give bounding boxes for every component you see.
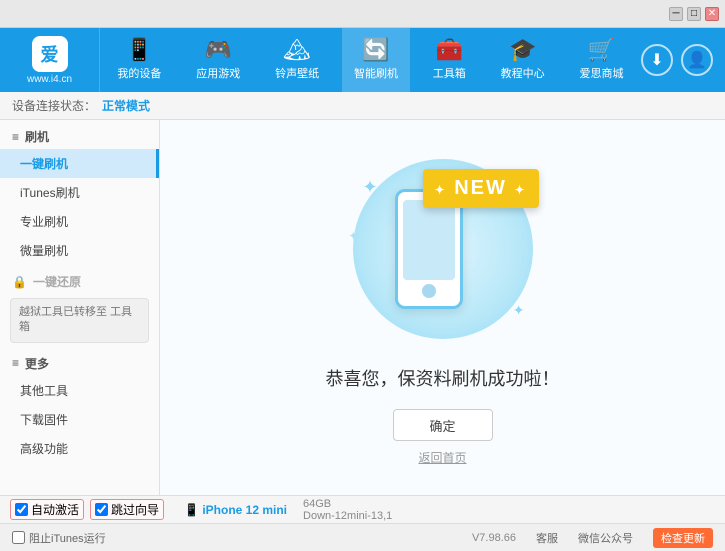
sidebar-item-other-tools[interactable]: 其他工具 xyxy=(0,376,159,405)
nav-item-my-device-label: 我的设备 xyxy=(117,65,161,81)
auto-start-checkbox[interactable] xyxy=(15,503,28,516)
title-bar: ─ □ ✕ xyxy=(0,0,725,28)
more-section-title: 更多 xyxy=(25,355,49,372)
version-text: V7.98.66 xyxy=(472,532,516,544)
check-update-button[interactable]: 检查更新 xyxy=(653,528,713,548)
logo-url: www.i4.cn xyxy=(27,74,72,85)
content-area: ✦ NEW ✦ ✦ ✦ ✦ 恭喜您，保资料刷机成功啦！ 确定 返回首页 xyxy=(160,120,725,495)
sidebar-item-one-click-flash[interactable]: 一键刷机 xyxy=(0,149,159,178)
device-icon: 📱 xyxy=(184,503,199,517)
checkbox-auto-start[interactable]: 自动激活 xyxy=(10,499,84,520)
nav-item-wallpaper[interactable]: 🏔 铃声壁纸 xyxy=(263,28,331,92)
more-section-icon: ≡ xyxy=(12,356,19,370)
sidebar-item-itunes-flash[interactable]: iTunes刷机 xyxy=(0,178,159,207)
sidebar-item-download-firmware[interactable]: 下载固件 xyxy=(0,405,159,434)
account-button[interactable]: 👤 xyxy=(681,44,713,76)
smart-flash-icon: 🔄 xyxy=(362,39,389,61)
skip-wizard-checkbox[interactable] xyxy=(95,503,108,516)
celebration-illustration: ✦ NEW ✦ ✦ ✦ ✦ xyxy=(333,149,553,349)
nav-item-tutorials-label: 教程中心 xyxy=(501,65,545,81)
wechat-link[interactable]: 微信公众号 xyxy=(578,530,633,546)
nav-right: ⬇ 👤 xyxy=(641,44,725,76)
sparkle-mid-left: ✦ xyxy=(349,229,359,243)
customer-service-link[interactable]: 客服 xyxy=(536,530,558,546)
device-system: Down-12mini-13,1 xyxy=(303,510,392,522)
maximize-button[interactable]: □ xyxy=(687,7,701,21)
flash-section-icon: ≡ xyxy=(12,130,19,144)
lock-icon: 🔒 xyxy=(12,275,27,289)
nav-item-ifeng-store-label: 爱思商城 xyxy=(579,65,623,81)
flash-section-title: 刷机 xyxy=(25,128,49,145)
itunes-label: 阻止iTunes运行 xyxy=(29,530,106,546)
nav-item-toolbox[interactable]: 🧰 工具箱 xyxy=(421,28,478,92)
apps-games-icon: 🎮 xyxy=(205,39,232,61)
logo[interactable]: 爱 www.i4.cn xyxy=(0,28,100,92)
nav-item-tutorials[interactable]: 🎓 教程中心 xyxy=(489,28,557,92)
toolbox-icon: 🧰 xyxy=(436,39,463,61)
sidebar-notice: 越狱工具已转移至 工具箱 xyxy=(10,298,149,343)
wallpaper-icon: 🏔 xyxy=(283,39,311,61)
bottom-bar: 自动激活 跳过向导 📱 iPhone 12 mini 64GB Down-12m… xyxy=(0,495,725,523)
sidebar-section-flash: ≡ 刷机 xyxy=(0,120,159,149)
itunes-control[interactable]: 阻止iTunes运行 xyxy=(12,530,106,546)
sidebar: ≡ 刷机 一键刷机 iTunes刷机 专业刷机 微量刷机 🔒 一键还原 越狱工具… xyxy=(0,120,160,495)
device-info: 📱 iPhone 12 mini xyxy=(184,503,287,517)
sidebar-section-more: ≡ 更多 xyxy=(0,347,159,376)
device-storage: 64GB xyxy=(303,498,392,510)
sidebar-section-restore: 🔒 一键还原 xyxy=(0,265,159,294)
tutorials-icon: 🎓 xyxy=(509,39,536,61)
status-bar: 设备连接状态： 正常模式 xyxy=(0,92,725,120)
sparkle-top-left: ✦ xyxy=(363,177,378,198)
nav-item-toolbox-label: 工具箱 xyxy=(433,65,466,81)
checkbox-group: 自动激活 跳过向导 xyxy=(10,499,164,520)
status-value: 正常模式 xyxy=(102,97,150,114)
header: 爱 www.i4.cn 📱 我的设备 🎮 应用游戏 🏔 铃声壁纸 🔄 智能刷机 … xyxy=(0,28,725,92)
sidebar-item-pro-flash[interactable]: 专业刷机 xyxy=(0,207,159,236)
checkbox-skip-wizard[interactable]: 跳过向导 xyxy=(90,499,164,520)
download-button[interactable]: ⬇ xyxy=(641,44,673,76)
skip-wizard-label: 跳过向导 xyxy=(111,501,159,518)
new-badge: ✦ NEW ✦ xyxy=(423,169,539,208)
nav-item-wallpaper-label: 铃声壁纸 xyxy=(275,65,319,81)
sparkle-bottom-right: ✦ xyxy=(513,302,525,319)
device-name: iPhone 12 mini xyxy=(202,503,287,517)
success-message: 恭喜您，保资料刷机成功啦！ xyxy=(326,365,560,391)
itunes-checkbox[interactable] xyxy=(12,531,25,544)
close-button[interactable]: ✕ xyxy=(705,7,719,21)
nav: 📱 我的设备 🎮 应用游戏 🏔 铃声壁纸 🔄 智能刷机 🧰 工具箱 🎓 教程中心… xyxy=(100,28,641,92)
ifeng-store-icon: 🛒 xyxy=(588,39,615,61)
footer: 阻止iTunes运行 V7.98.66 客服 微信公众号 检查更新 xyxy=(0,523,725,551)
auto-start-label: 自动激活 xyxy=(31,501,79,518)
nav-item-smart-flash[interactable]: 🔄 智能刷机 xyxy=(342,28,410,92)
nav-item-my-device[interactable]: 📱 我的设备 xyxy=(105,28,173,92)
main: ≡ 刷机 一键刷机 iTunes刷机 专业刷机 微量刷机 🔒 一键还原 越狱工具… xyxy=(0,120,725,495)
minimize-button[interactable]: ─ xyxy=(669,7,683,21)
nav-item-smart-flash-label: 智能刷机 xyxy=(354,65,398,81)
nav-item-ifeng-store[interactable]: 🛒 爱思商城 xyxy=(567,28,635,92)
back-link[interactable]: 返回首页 xyxy=(418,449,466,466)
device-details: 64GB Down-12mini-13,1 xyxy=(303,498,392,522)
restore-section-title: 一键还原 xyxy=(33,273,81,290)
status-label: 设备连接状态： xyxy=(12,97,96,114)
footer-links: V7.98.66 客服 微信公众号 检查更新 xyxy=(472,528,713,548)
confirm-button[interactable]: 确定 xyxy=(393,409,493,441)
sidebar-item-advanced[interactable]: 高级功能 xyxy=(0,434,159,463)
logo-icon: 爱 xyxy=(32,36,68,72)
nav-item-apps-games[interactable]: 🎮 应用游戏 xyxy=(184,28,252,92)
my-device-icon: 📱 xyxy=(126,39,153,61)
nav-item-apps-games-label: 应用游戏 xyxy=(196,65,240,81)
sidebar-item-wipe-flash[interactable]: 微量刷机 xyxy=(0,236,159,265)
